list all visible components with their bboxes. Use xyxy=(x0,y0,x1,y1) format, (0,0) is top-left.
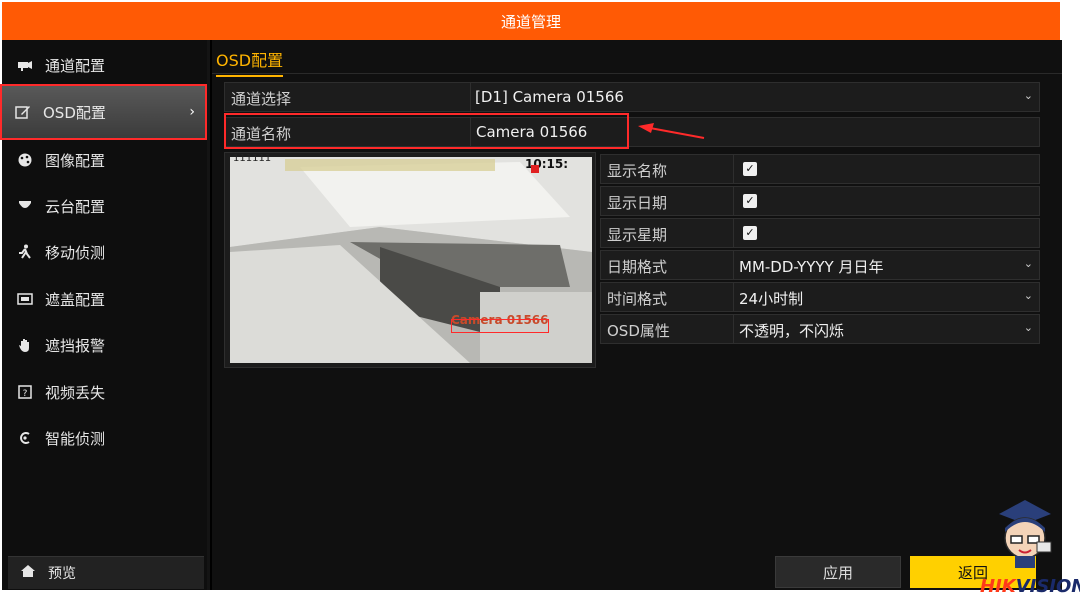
edit-icon xyxy=(15,104,31,120)
video-preview: 111111 10:15: Camera 01566 xyxy=(224,152,596,368)
show-date-row: 显示日期 ✓ xyxy=(600,186,1040,216)
divider xyxy=(733,251,734,279)
show-week-row: 显示星期 ✓ xyxy=(600,218,1040,248)
chevron-down-icon: ⌄ xyxy=(1023,321,1033,334)
osd-top-left-text: 111111 xyxy=(233,153,272,164)
home-icon xyxy=(20,564,36,582)
sidebar-item-motion-detection[interactable]: 移动侦测 xyxy=(2,229,207,275)
sidebar-item-smart-detection[interactable]: 智能侦测 xyxy=(2,415,207,461)
sidebar: 通道配置 OSD配置 › 图像配置 云台配置 移动侦测 遮盖配置 遮挡报警 ? … xyxy=(0,40,207,590)
show-name-checkbox[interactable]: ✓ xyxy=(743,162,757,176)
sidebar-item-label: 智能侦测 xyxy=(45,429,106,448)
date-format-row[interactable]: 日期格式 MM-DD-YYYY 月日年 ⌄ xyxy=(600,250,1040,280)
camera-icon xyxy=(17,57,33,73)
sidebar-item-image-config[interactable]: 图像配置 xyxy=(2,137,207,183)
divider xyxy=(470,83,471,111)
show-name-label: 显示名称 xyxy=(607,162,668,180)
show-week-checkbox[interactable]: ✓ xyxy=(743,226,757,240)
running-man-icon xyxy=(17,244,33,260)
record-icon xyxy=(531,165,539,173)
sidebar-item-video-loss[interactable]: ? 视频丢失 xyxy=(2,369,207,415)
sidebar-item-privacy-mask[interactable]: 遮盖配置 xyxy=(2,276,207,322)
chevron-down-icon: ⌄ xyxy=(1023,89,1033,102)
sidebar-item-ptz-config[interactable]: 云台配置 xyxy=(2,183,207,229)
channel-select-value: [D1] Camera 01566 xyxy=(475,88,624,106)
hikvision-logo: HIKVISION xyxy=(980,576,1080,597)
divider xyxy=(733,283,734,311)
apply-button[interactable]: 应用 xyxy=(775,556,901,588)
osd-attribute-select[interactable]: 不透明，不闪烁 xyxy=(739,320,844,341)
divider xyxy=(733,187,734,215)
preview-label: 预览 xyxy=(48,566,76,582)
time-format-row[interactable]: 时间格式 24小时制 ⌄ xyxy=(600,282,1040,312)
show-name-row: 显示名称 ✓ xyxy=(600,154,1040,184)
brand-part2: VISION xyxy=(1015,576,1080,597)
sidebar-item-label: 通道配置 xyxy=(45,56,106,75)
date-format-label: 日期格式 xyxy=(607,258,668,276)
show-date-label: 显示日期 xyxy=(607,194,668,212)
divider xyxy=(733,155,734,183)
chevron-down-icon: ⌄ xyxy=(1023,289,1033,302)
date-format-select[interactable]: MM-DD-YYYY 月日年 xyxy=(739,256,883,277)
svg-text:?: ? xyxy=(23,389,28,399)
sidebar-item-label: 图像配置 xyxy=(45,151,106,170)
show-week-label: 显示星期 xyxy=(607,226,668,244)
brand-part1: HIK xyxy=(980,576,1016,597)
mascot-icon xyxy=(999,500,1052,568)
channel-management-window: 通道管理 通道配置 OSD配置 › 图像配置 云台配置 移动侦测 遮盖配置 遮挡… xyxy=(0,2,1062,590)
chevron-right-icon: › xyxy=(189,104,195,120)
annotation-arrow-icon xyxy=(638,123,705,139)
osd-attribute-label: OSD属性 xyxy=(607,322,670,340)
divider xyxy=(733,219,734,247)
ptz-icon xyxy=(17,198,33,214)
video-loss-icon: ? xyxy=(17,384,33,400)
mask-icon xyxy=(17,291,33,307)
time-format-select[interactable]: 24小时制 xyxy=(739,288,803,309)
sidebar-item-label: 移动侦测 xyxy=(45,243,106,262)
chevron-down-icon: ⌄ xyxy=(1023,257,1033,270)
smart-detect-icon xyxy=(17,430,33,446)
hand-icon xyxy=(17,337,33,353)
time-format-label: 时间格式 xyxy=(607,290,668,308)
preview-button[interactable]: 预览 xyxy=(8,556,204,589)
sidebar-item-label: 云台配置 xyxy=(45,197,106,216)
sidebar-item-label: 遮挡报警 xyxy=(45,336,106,355)
highlight-box xyxy=(224,113,629,149)
sidebar-item-channel-config[interactable]: 通道配置 xyxy=(2,42,207,88)
divider xyxy=(733,315,734,343)
channel-select-row[interactable]: 通道选择 [D1] Camera 01566 ⌄ xyxy=(224,82,1040,112)
show-date-checkbox[interactable]: ✓ xyxy=(743,194,757,208)
sidebar-item-label: 视频丢失 xyxy=(45,383,106,402)
osd-attribute-row[interactable]: OSD属性 不透明，不闪烁 ⌄ xyxy=(600,314,1040,344)
sidebar-item-tamper-alarm[interactable]: 遮挡报警 xyxy=(2,322,207,368)
channel-select-label: 通道选择 xyxy=(231,90,292,108)
sidebar-item-osd-config[interactable]: OSD配置 › xyxy=(0,84,207,140)
window-title: 通道管理 xyxy=(2,2,1060,40)
palette-icon xyxy=(17,152,33,168)
blurred-date-region xyxy=(285,159,495,171)
sidebar-item-label: OSD配置 xyxy=(43,103,106,122)
main-panel: OSD配置 通道选择 [D1] Camera 01566 ⌄ 通道名称 Came… xyxy=(210,40,1062,590)
camera-name-highlight xyxy=(451,319,549,333)
sidebar-item-label: 遮盖配置 xyxy=(45,290,106,309)
tab-divider xyxy=(212,73,1062,74)
